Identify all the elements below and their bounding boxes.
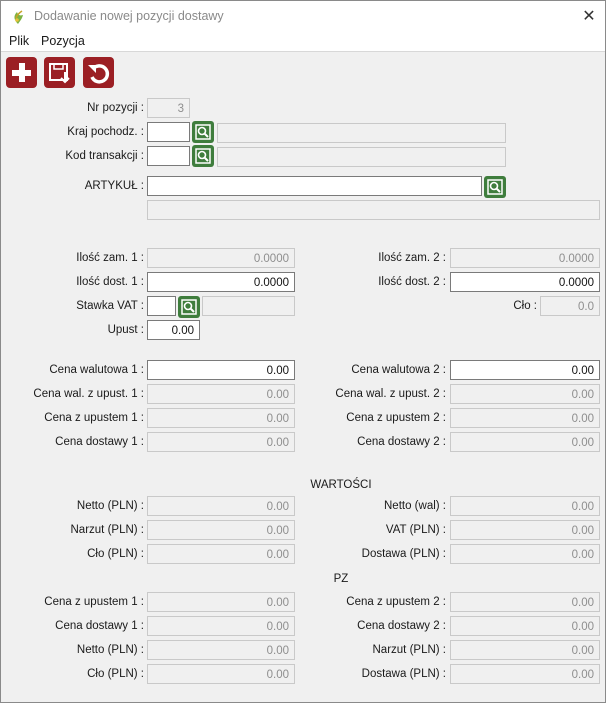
wartosci-netto-pln-field: 0.00 bbox=[147, 496, 295, 516]
window-title: Dodawanie nowej pozycji dostawy bbox=[34, 9, 224, 23]
pz-cena-upust1-field: 0.00 bbox=[147, 592, 295, 612]
search-icon bbox=[195, 124, 211, 140]
cena-upust2-label: Cena z upustem 2 : bbox=[346, 412, 446, 424]
close-button[interactable]: ✕ bbox=[573, 2, 605, 31]
search-icon bbox=[195, 148, 211, 164]
ilosc-zam2-label: Ilość zam. 2 : bbox=[378, 252, 446, 264]
wartosci-narzut-pln-label: Narzut (PLN) : bbox=[70, 524, 145, 536]
add-button[interactable] bbox=[6, 57, 37, 88]
menu-bar: Plik Pozycja bbox=[1, 32, 605, 52]
wartosci-netto-wal-field: 0.00 bbox=[450, 496, 600, 516]
cena-upust1-label: Cena z upustem 1 : bbox=[44, 412, 144, 424]
nr-pozycji-label: Nr pozycji : bbox=[87, 102, 144, 114]
cena-wal2-input[interactable]: 0.00 bbox=[450, 360, 600, 380]
stawka-vat-search-button[interactable] bbox=[178, 296, 200, 318]
artykul-label: ARTYKUŁ : bbox=[84, 180, 144, 192]
ilosc-dost1-input[interactable]: 0.0000 bbox=[147, 272, 295, 292]
cena-dost1-field: 0.00 bbox=[147, 432, 295, 452]
cena-upust1-field: 0.00 bbox=[147, 408, 295, 428]
save-icon bbox=[49, 63, 70, 84]
cena-wal-upust2-field: 0.00 bbox=[450, 384, 600, 404]
nr-pozycji-field: 3 bbox=[147, 98, 190, 118]
search-icon bbox=[487, 179, 503, 195]
kraj-search-button[interactable] bbox=[192, 121, 214, 143]
pz-cena-upust1-label: Cena z upustem 1 : bbox=[44, 596, 144, 608]
wartosci-heading: WARTOŚCI bbox=[310, 479, 372, 491]
stawka-vat-label: Stawka VAT : bbox=[76, 300, 144, 312]
title-bar: Dodawanie nowej pozycji dostawy ✕ bbox=[1, 1, 605, 32]
pz-cena-dost1-label: Cena dostawy 1 : bbox=[55, 620, 144, 632]
ilosc-zam1-label: Ilość zam. 1 : bbox=[76, 252, 144, 264]
kraj-label: Kraj pochodz. : bbox=[67, 126, 144, 138]
kraj-input[interactable] bbox=[147, 122, 190, 142]
pz-cena-upust2-label: Cena z upustem 2 : bbox=[346, 596, 446, 608]
pz-cena-dost2-label: Cena dostawy 2 : bbox=[357, 620, 446, 632]
cena-wal-upust1-label: Cena wal. z upust. 1 : bbox=[33, 388, 144, 400]
ilosc-dost2-input[interactable]: 0.0000 bbox=[450, 272, 600, 292]
cena-upust2-field: 0.00 bbox=[450, 408, 600, 428]
ilosc-zam1-field: 0.0000 bbox=[147, 248, 295, 268]
wartosci-narzut-pln-field: 0.00 bbox=[147, 520, 295, 540]
save-button[interactable] bbox=[44, 57, 75, 88]
wartosci-netto-pln-label: Netto (PLN) : bbox=[76, 500, 144, 512]
pz-heading: PZ bbox=[333, 573, 349, 585]
dialog-window: Dodawanie nowej pozycji dostawy ✕ Plik P… bbox=[0, 0, 606, 703]
artykul-search-button[interactable] bbox=[484, 176, 506, 198]
app-icon bbox=[14, 10, 23, 24]
wartosci-clo-pln-label: Cło (PLN) : bbox=[87, 548, 144, 560]
artykul-description bbox=[147, 200, 600, 220]
upust-label: Upust : bbox=[107, 324, 144, 336]
ilosc-dost2-label: Ilość dost. 2 : bbox=[378, 276, 446, 288]
pz-netto-pln-field: 0.00 bbox=[147, 640, 295, 660]
pz-narzut-pln-field: 0.00 bbox=[450, 640, 600, 660]
wartosci-vat-pln-field: 0.00 bbox=[450, 520, 600, 540]
cena-wal-upust1-field: 0.00 bbox=[147, 384, 295, 404]
clo-field: 0.0 bbox=[540, 296, 600, 316]
pz-dostawa-pln-label: Dostawa (PLN) : bbox=[361, 668, 446, 680]
clo-label: Cło : bbox=[513, 300, 537, 312]
wartosci-dostawa-pln-field: 0.00 bbox=[450, 544, 600, 564]
undo-button[interactable] bbox=[83, 57, 114, 88]
plus-icon bbox=[12, 63, 31, 82]
cena-dost1-label: Cena dostawy 1 : bbox=[55, 436, 144, 448]
upust-input[interactable]: 0.00 bbox=[147, 320, 200, 340]
pz-dostawa-pln-field: 0.00 bbox=[450, 664, 600, 684]
undo-icon bbox=[88, 64, 110, 84]
search-icon bbox=[181, 299, 197, 315]
stawka-vat-description bbox=[202, 296, 295, 316]
stawka-vat-input[interactable] bbox=[147, 296, 176, 316]
artykul-input[interactable] bbox=[147, 176, 482, 196]
wartosci-netto-wal-label: Netto (wal) : bbox=[384, 500, 446, 512]
wartosci-vat-pln-label: VAT (PLN) : bbox=[385, 524, 446, 536]
wartosci-dostawa-pln-label: Dostawa (PLN) : bbox=[361, 548, 446, 560]
pz-cena-dost1-field: 0.00 bbox=[147, 616, 295, 636]
cena-dost2-label: Cena dostawy 2 : bbox=[357, 436, 446, 448]
wartosci-clo-pln-field: 0.00 bbox=[147, 544, 295, 564]
pz-clo-pln-label: Cło (PLN) : bbox=[87, 668, 144, 680]
cena-wal-upust2-label: Cena wal. z upust. 2 : bbox=[335, 388, 446, 400]
pz-cena-upust2-field: 0.00 bbox=[450, 592, 600, 612]
pz-narzut-pln-label: Narzut (PLN) : bbox=[372, 644, 447, 656]
menu-plik[interactable]: Plik bbox=[9, 34, 29, 48]
menu-pozycja[interactable]: Pozycja bbox=[41, 34, 85, 48]
cena-wal1-label: Cena walutowa 1 : bbox=[49, 364, 144, 376]
kraj-description bbox=[217, 123, 506, 143]
cena-wal1-input[interactable]: 0.00 bbox=[147, 360, 295, 380]
kod-transakcji-label: Kod transakcji : bbox=[65, 150, 144, 162]
pz-clo-pln-field: 0.00 bbox=[147, 664, 295, 684]
kod-transakcji-description bbox=[217, 147, 506, 167]
pz-netto-pln-label: Netto (PLN) : bbox=[76, 644, 144, 656]
cena-wal2-label: Cena walutowa 2 : bbox=[351, 364, 446, 376]
pz-cena-dost2-field: 0.00 bbox=[450, 616, 600, 636]
ilosc-dost1-label: Ilość dost. 1 : bbox=[76, 276, 144, 288]
cena-dost2-field: 0.00 bbox=[450, 432, 600, 452]
kod-transakcji-search-button[interactable] bbox=[192, 145, 214, 167]
kod-transakcji-input[interactable] bbox=[147, 146, 190, 166]
ilosc-zam2-field: 0.0000 bbox=[450, 248, 600, 268]
